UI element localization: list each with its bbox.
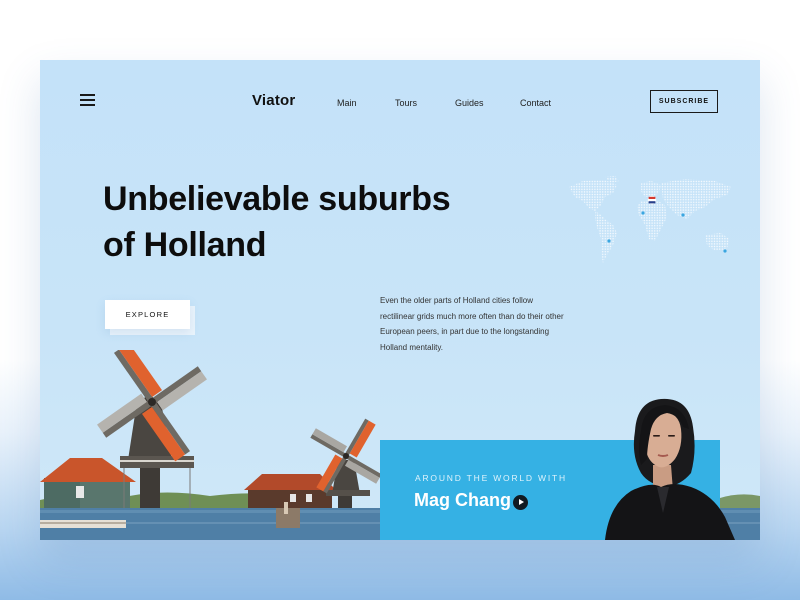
nav-tours[interactable]: Tours: [395, 98, 417, 108]
world-map: [569, 176, 731, 263]
nav-main[interactable]: Main: [337, 98, 357, 108]
logo[interactable]: Viator: [252, 92, 295, 109]
promo-eyebrow: AROUND THE WORLD WITH: [415, 473, 567, 483]
explore-button[interactable]: EXPLORE: [105, 300, 190, 329]
netherlands-flag-icon: [647, 195, 657, 205]
portrait-image: [605, 398, 735, 540]
hamburger-menu-icon[interactable]: [80, 94, 95, 106]
page-title: Unbelievable suburbs of Holland: [103, 176, 451, 268]
subscribe-button[interactable]: SUBSCRIBE: [650, 90, 718, 113]
hero-card: Viator Main Tours Guides Contact SUBSCRI…: [40, 60, 760, 540]
nav-contact[interactable]: Contact: [520, 98, 551, 108]
promo-name: Mag Chang: [414, 490, 511, 510]
play-icon[interactable]: [513, 495, 528, 510]
title-line-1: Unbelievable suburbs: [103, 180, 451, 218]
nav-guides[interactable]: Guides: [455, 98, 484, 108]
title-line-2: of Holland: [103, 226, 267, 264]
hero-description: Even the older parts of Holland cities f…: [380, 296, 564, 352]
